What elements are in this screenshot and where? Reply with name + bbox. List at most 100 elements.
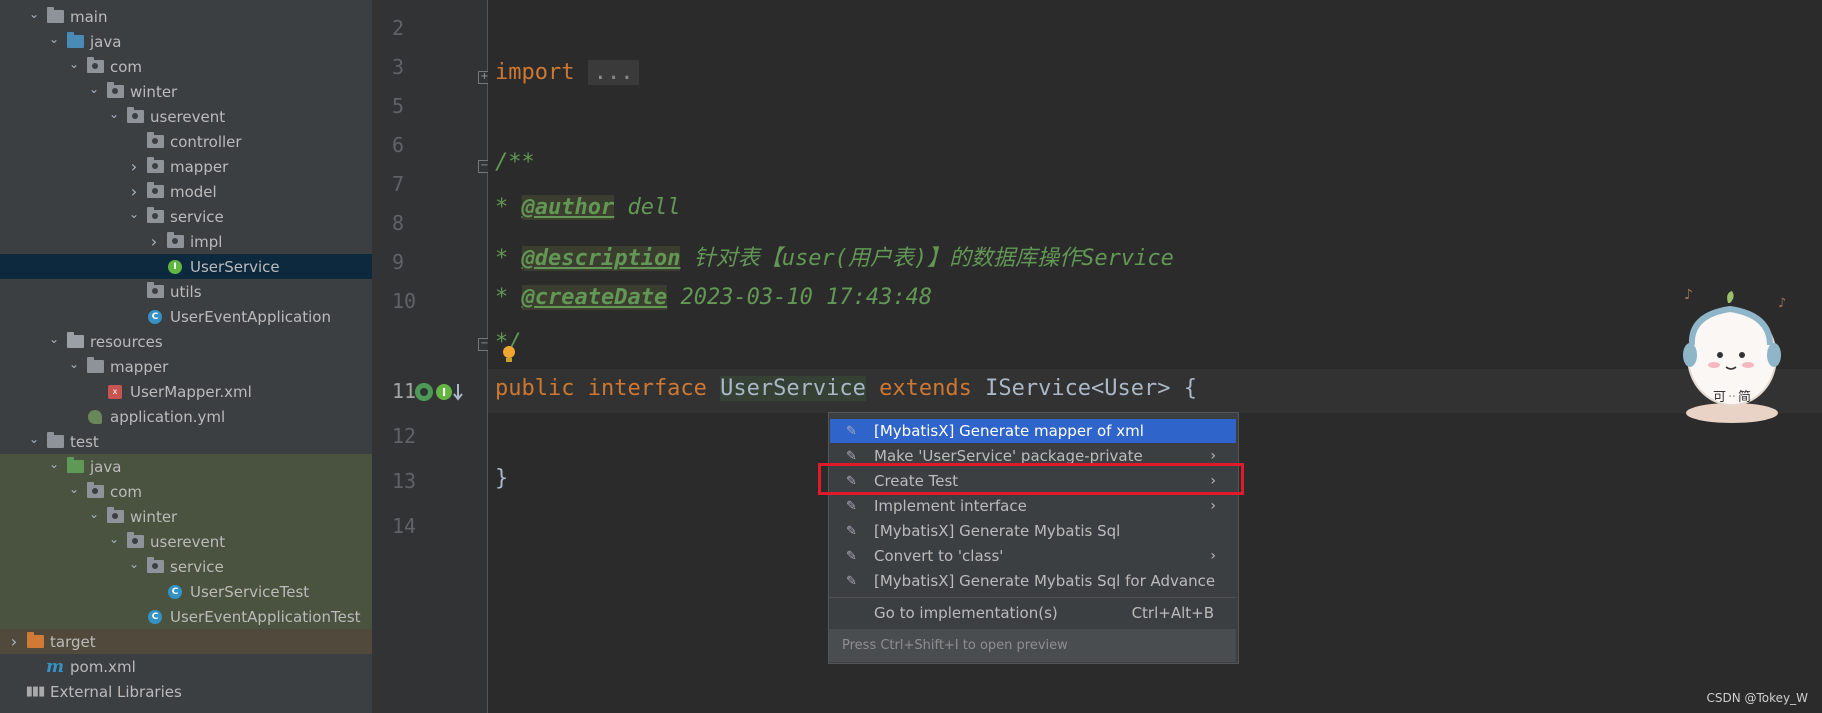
pencil-icon: ✎ [846, 523, 857, 539]
tree-item-label: model [170, 182, 217, 201]
tree-item-external-libraries[interactable]: ▮▮▮ External Libraries [0, 679, 372, 704]
chevron-down-icon[interactable]: ⌄ [66, 482, 82, 496]
chevron-down-icon[interactable]: ⌄ [66, 57, 82, 71]
chevron-right-icon[interactable]: › [146, 232, 162, 251]
pencil-icon: ✎ [846, 448, 857, 464]
tree-item-label: utils [170, 282, 202, 301]
code-line-8: * @description 针对表【user(用户表)】的数据库操作Servi… [495, 246, 1174, 271]
tree-item-test[interactable]: ⌄ test [0, 429, 372, 454]
tree-item-label: winter [130, 82, 178, 101]
chevron-right-icon: › [1210, 548, 1216, 564]
xml-file-icon: x [106, 384, 124, 399]
tree-item-winter[interactable]: ⌄ winter [0, 79, 372, 104]
chevron-down-icon[interactable]: ⌄ [66, 357, 82, 371]
tree-item-usereventapplication[interactable]: C UserEventApplication [0, 304, 372, 329]
shortcut-label: Ctrl+Alt+B [1131, 604, 1214, 622]
popup-footer-hint: Press Ctrl+Shift+I to open preview [829, 629, 1236, 662]
chevron-down-icon[interactable]: ⌄ [106, 532, 122, 546]
package-icon [126, 107, 144, 124]
svg-text:♪: ♪ [1684, 287, 1693, 303]
line-number: 12 [392, 424, 417, 448]
tree-item-service[interactable]: ⌄ service [0, 554, 372, 579]
pencil-icon: ✎ [846, 423, 857, 439]
tree-item-label: resources [90, 332, 163, 351]
pencil-icon: ✎ [846, 548, 857, 564]
highlight-box [818, 463, 1244, 495]
line-number: 14 [392, 514, 417, 538]
line-number: 10 [392, 289, 417, 313]
tree-item-label: userevent [150, 107, 226, 126]
chevron-down-icon[interactable]: ⌄ [26, 7, 42, 21]
tree-item-com[interactable]: ⌄ com [0, 479, 372, 504]
watermark: CSDN @Tokey_W [1706, 691, 1808, 705]
menu-item-generate-mybatis-sql[interactable]: ✎ [MybatisX] Generate Mybatis Sql [830, 519, 1236, 543]
tree-item-label: application.yml [110, 407, 226, 426]
tree-item-target[interactable]: › target [0, 629, 372, 654]
chevron-right-icon: › [1210, 498, 1216, 514]
chevron-down-icon[interactable]: ⌄ [126, 207, 142, 221]
menu-item-generate-mapper-xml[interactable]: ✎ [MybatisX] Generate mapper of xml [830, 419, 1236, 443]
tree-item-mapper[interactable]: ⌄ mapper [0, 354, 372, 379]
package-icon [146, 282, 164, 299]
tree-item-userevent[interactable]: ⌄ userevent [0, 529, 372, 554]
tree-item-userservicetest[interactable]: C UserServiceTest [0, 579, 372, 604]
tree-item-application-yml[interactable]: application.yml [0, 404, 372, 429]
project-tree: ⌄ main ⌄ java ⌄ com ⌄ winter ⌄ userevent controlle… [0, 0, 372, 713]
package-icon [146, 207, 164, 224]
chevron-right-icon[interactable]: › [126, 182, 142, 201]
tree-item-utils[interactable]: utils [0, 279, 372, 304]
libraries-icon: ▮▮▮ [25, 684, 45, 699]
tree-item-label: winter [130, 507, 178, 526]
package-icon [106, 507, 124, 524]
tree-item-userservice[interactable]: I UserService [0, 254, 372, 279]
code-line-11: public interface UserService extends ISe… [495, 376, 1198, 401]
tree-item-service[interactable]: ⌄ service [0, 204, 372, 229]
line-number: 13 [392, 469, 417, 493]
chevron-right-icon[interactable]: › [6, 632, 22, 651]
class-icon: C [166, 584, 184, 599]
tree-item-label: target [50, 632, 96, 651]
menu-item-implement-interface[interactable]: ✎ Implement interface › [830, 494, 1236, 518]
folder-icon [86, 357, 104, 374]
tree-item-impl[interactable]: › impl [0, 229, 372, 254]
chevron-down-icon[interactable]: ⌄ [46, 332, 62, 346]
chevron-down-icon[interactable]: ⌄ [46, 32, 62, 46]
chevron-right-icon[interactable]: › [126, 157, 142, 176]
chevron-down-icon[interactable]: ⌄ [126, 557, 142, 571]
tree-item-winter[interactable]: ⌄ winter [0, 504, 372, 529]
tree-item-controller[interactable]: controller [0, 129, 372, 154]
tree-item-resources[interactable]: ⌄ resources [0, 329, 372, 354]
menu-item-go-to-implementation[interactable]: Go to implementation(s) Ctrl+Alt+B [830, 601, 1236, 625]
tree-item-java[interactable]: ⌄ java [0, 454, 372, 479]
tree-item-main[interactable]: ⌄ main [0, 4, 372, 29]
svg-text:I: I [442, 386, 446, 399]
chevron-down-icon[interactable]: ⌄ [106, 107, 122, 121]
tree-item-userevent[interactable]: ⌄ userevent [0, 104, 372, 129]
package-icon [146, 157, 164, 174]
tree-item-label: java [90, 457, 122, 476]
menu-item-convert-to-class[interactable]: ✎ Convert to 'class' › [830, 544, 1236, 568]
implemented-gutter-icon[interactable]: I [414, 381, 468, 403]
line-number: 8 [392, 211, 405, 235]
tree-item-java[interactable]: ⌄ java [0, 29, 372, 54]
menu-item-generate-mybatis-sql-advance[interactable]: ✎ [MybatisX] Generate Mybatis Sql for Adv… [830, 569, 1236, 593]
tree-item-usermapper-xml[interactable]: x UserMapper.xml [0, 379, 372, 404]
chevron-down-icon[interactable]: ⌄ [86, 507, 102, 521]
code-line-7: * @author dell [495, 195, 681, 220]
lightbulb-icon[interactable] [502, 345, 516, 365]
chevron-down-icon[interactable]: ⌄ [86, 82, 102, 96]
tree-item-com[interactable]: ⌄ com [0, 54, 372, 79]
folded-imports[interactable]: ... [587, 60, 640, 85]
tree-item-mapper[interactable]: › mapper [0, 154, 372, 179]
mascot-sticker: ♪ ♪ 可ᆢ简 [1683, 287, 1786, 423]
tree-item-model[interactable]: › model [0, 179, 372, 204]
tree-item-pom-xml[interactable]: m pom.xml [0, 654, 372, 679]
tree-item-label: UserServiceTest [190, 582, 310, 601]
tree-item-usereventapplicationtest[interactable]: C UserEventApplicationTest [0, 604, 372, 629]
excluded-folder-icon [26, 632, 44, 649]
tree-item-label: java [90, 32, 122, 51]
tree-item-label: UserEventApplicationTest [170, 607, 361, 626]
chevron-down-icon[interactable]: ⌄ [26, 432, 42, 446]
tree-item-label: main [70, 7, 108, 26]
chevron-down-icon[interactable]: ⌄ [46, 457, 62, 471]
